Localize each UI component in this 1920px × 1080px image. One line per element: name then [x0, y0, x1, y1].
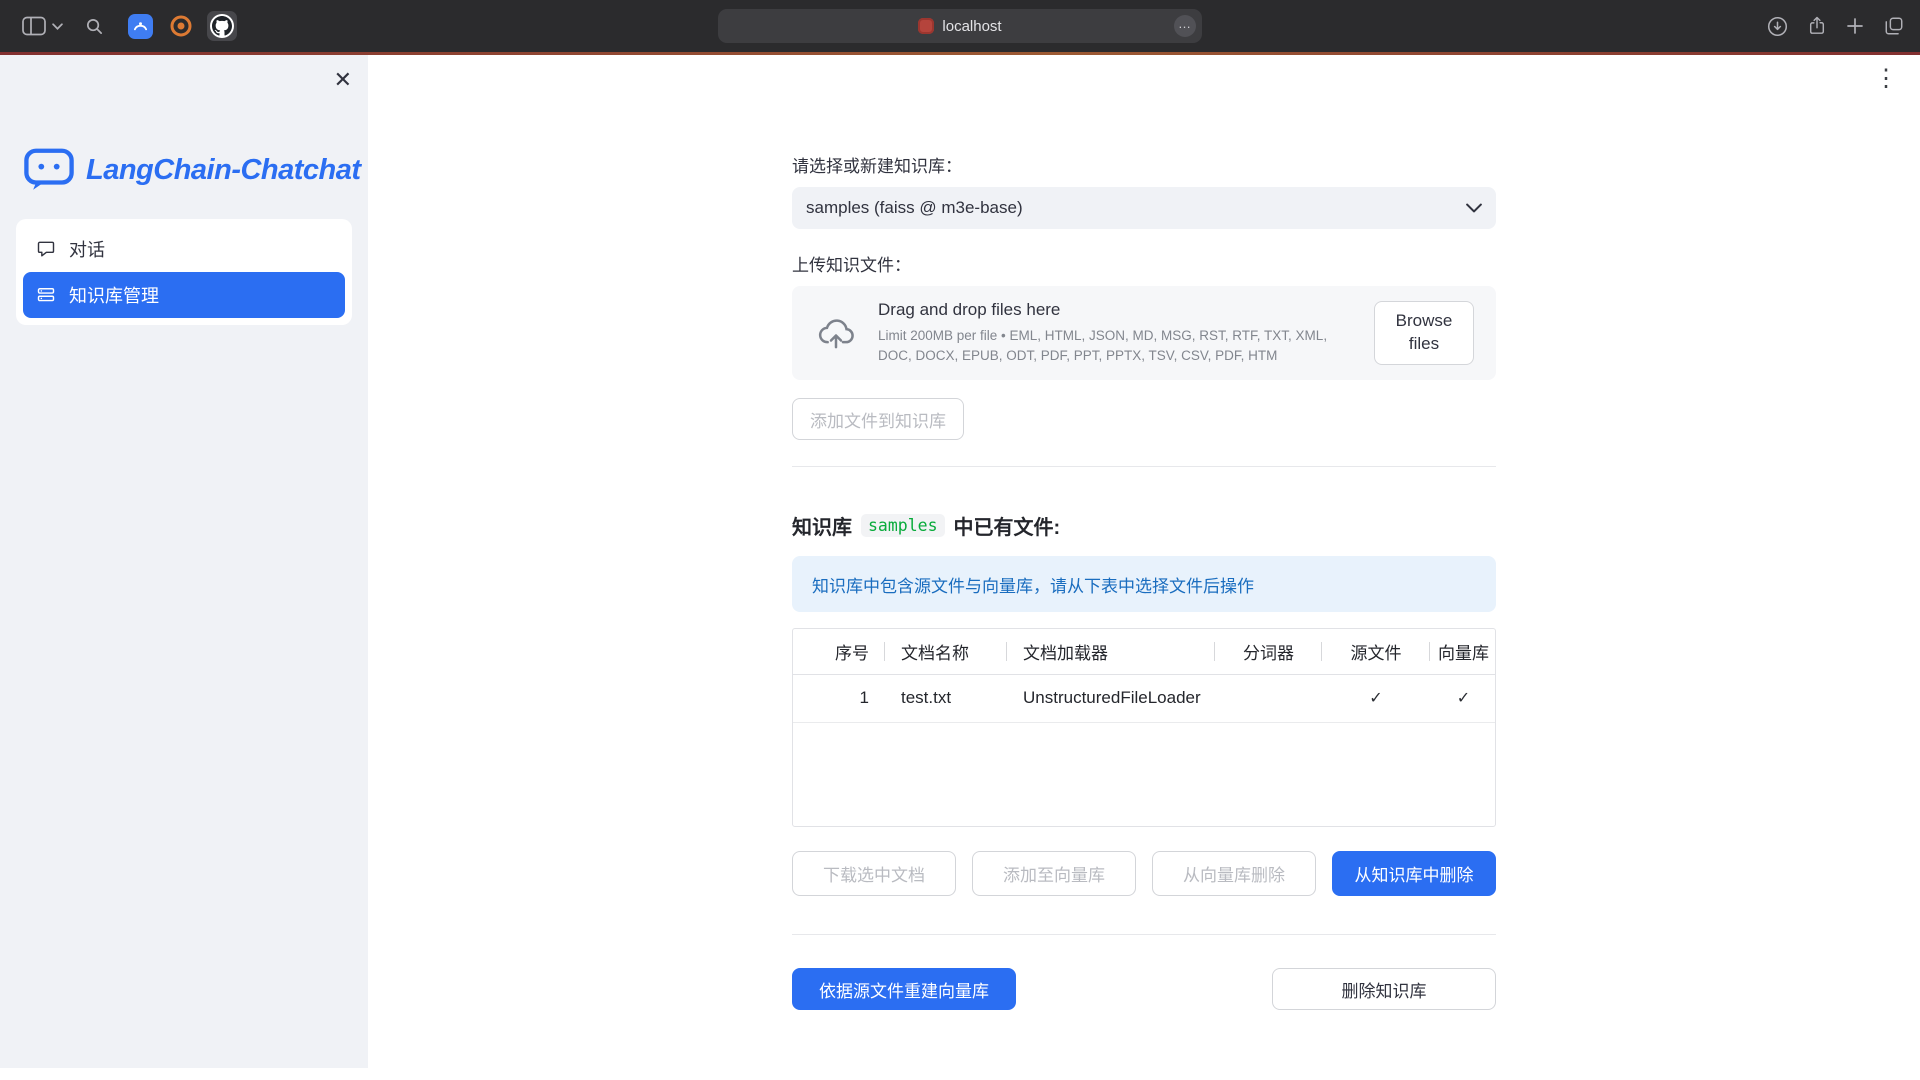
divider [792, 466, 1496, 467]
main-area: ⋮ 请选择或新建知识库： samples (faiss @ m3e-base) … [368, 55, 1920, 1080]
kb-name-code: samples [861, 514, 945, 537]
search-icon[interactable] [85, 17, 104, 36]
upload-label: 上传知识文件： [792, 251, 1496, 276]
share-icon[interactable] [1808, 15, 1826, 37]
cell-index: 1 [793, 674, 885, 722]
kb-select-label: 请选择或新建知识库： [792, 152, 1496, 177]
add-to-vector-store-button[interactable]: 添加至向量库 [972, 851, 1136, 896]
logo-chat-icon [24, 147, 74, 193]
cell-source-check: ✓ [1322, 674, 1430, 722]
kb-select[interactable]: samples (faiss @ m3e-base) [792, 187, 1496, 229]
header-vector[interactable]: 向量库 [1430, 629, 1496, 674]
blue-app-icon[interactable] [128, 14, 153, 39]
info-alert: 知识库中包含源文件与向量库，请从下表中选择文件后操作 [792, 556, 1496, 612]
header-source[interactable]: 源文件 [1322, 629, 1430, 674]
address-url: localhost [942, 18, 1001, 35]
sidebar-item-label: 对话 [69, 236, 105, 262]
knowledge-base-icon [36, 285, 56, 305]
add-files-to-kb-button[interactable]: 添加文件到知识库 [792, 398, 964, 440]
orange-app-icon[interactable] [169, 14, 193, 38]
sidebar-item-label: 知识库管理 [69, 282, 159, 308]
kb-heading-suffix: 中已有文件: [954, 511, 1061, 540]
cell-loader: UnstructuredFileLoader [1007, 674, 1215, 722]
sidebar-item-dialogue[interactable]: 对话 [23, 226, 345, 272]
sidebar-item-knowledge-base[interactable]: 知识库管理 [23, 272, 345, 318]
cloud-upload-icon [814, 313, 858, 353]
github-icon[interactable] [207, 11, 237, 41]
sidebar-close-icon[interactable]: ✕ [334, 69, 352, 91]
site-favicon-icon [918, 18, 934, 34]
chat-bubble-icon [36, 239, 56, 259]
header-loader[interactable]: 文档加载器 [1007, 629, 1215, 674]
dropzone-title: Drag and drop files here [878, 300, 1354, 320]
browser-toolbar: localhost … [0, 0, 1920, 52]
app-logo: LangChain-Chatchat [24, 147, 368, 193]
header-index[interactable]: 序号 [793, 629, 885, 674]
address-more-icon[interactable]: … [1174, 15, 1196, 37]
kb-files-heading: 知识库 samples 中已有文件: [792, 511, 1496, 540]
divider [792, 934, 1496, 935]
chevron-down-icon[interactable] [52, 23, 63, 30]
sidebar-toggle-icon[interactable] [22, 16, 46, 36]
cell-splitter [1215, 674, 1322, 722]
tab-overview-icon[interactable] [1884, 16, 1904, 36]
kb-management-buttons: 依据源文件重建向量库 删除知识库 [792, 968, 1496, 1010]
streamlit-menu-icon[interactable]: ⋮ [1874, 67, 1898, 91]
download-selected-button[interactable]: 下载选中文档 [792, 851, 956, 896]
header-splitter[interactable]: 分词器 [1215, 629, 1322, 674]
github-logo [210, 14, 234, 38]
downloads-icon[interactable] [1767, 16, 1788, 37]
toolbar-left-group [16, 11, 237, 41]
rebuild-vector-store-button[interactable]: 依据源文件重建向量库 [792, 968, 1016, 1010]
kb-files-table: 序号 文档名称 文档加载器 分词器 源文件 向量库 1 test.txt Uns [792, 628, 1496, 827]
cell-vector-check: ✓ [1430, 674, 1496, 722]
new-tab-icon[interactable] [1846, 17, 1864, 35]
file-action-buttons: 下载选中文档 添加至向量库 从向量库删除 从知识库中删除 [792, 851, 1496, 896]
logo-text: LangChain-Chatchat [86, 154, 361, 187]
cell-doc-name: test.txt [885, 674, 1007, 722]
kb-select-value: samples (faiss @ m3e-base) [806, 198, 1023, 218]
sidebar-menu: 对话 知识库管理 [16, 219, 352, 325]
browse-files-button[interactable]: Browse files [1374, 301, 1474, 365]
select-chevron-down-icon [1466, 203, 1482, 213]
dropzone-text: Drag and drop files here Limit 200MB per… [878, 300, 1354, 365]
table-row[interactable]: 1 test.txt UnstructuredFileLoader ✓ ✓ [793, 674, 1496, 722]
table-header-row: 序号 文档名称 文档加载器 分词器 源文件 向量库 [793, 629, 1496, 674]
header-doc-name[interactable]: 文档名称 [885, 629, 1007, 674]
delete-kb-button[interactable]: 删除知识库 [1272, 968, 1496, 1010]
address-bar[interactable]: localhost … [718, 9, 1202, 43]
file-dropzone[interactable]: Drag and drop files here Limit 200MB per… [792, 286, 1496, 380]
dropzone-limit-text: Limit 200MB per file • EML, HTML, JSON, … [878, 326, 1354, 365]
kb-heading-prefix: 知识库 [792, 511, 852, 540]
delete-from-kb-button[interactable]: 从知识库中删除 [1332, 851, 1496, 896]
delete-from-vector-store-button[interactable]: 从向量库删除 [1152, 851, 1316, 896]
toolbar-right-group [1767, 15, 1904, 37]
app-sidebar: ✕ LangChain-Chatchat 对话 [0, 55, 368, 1080]
